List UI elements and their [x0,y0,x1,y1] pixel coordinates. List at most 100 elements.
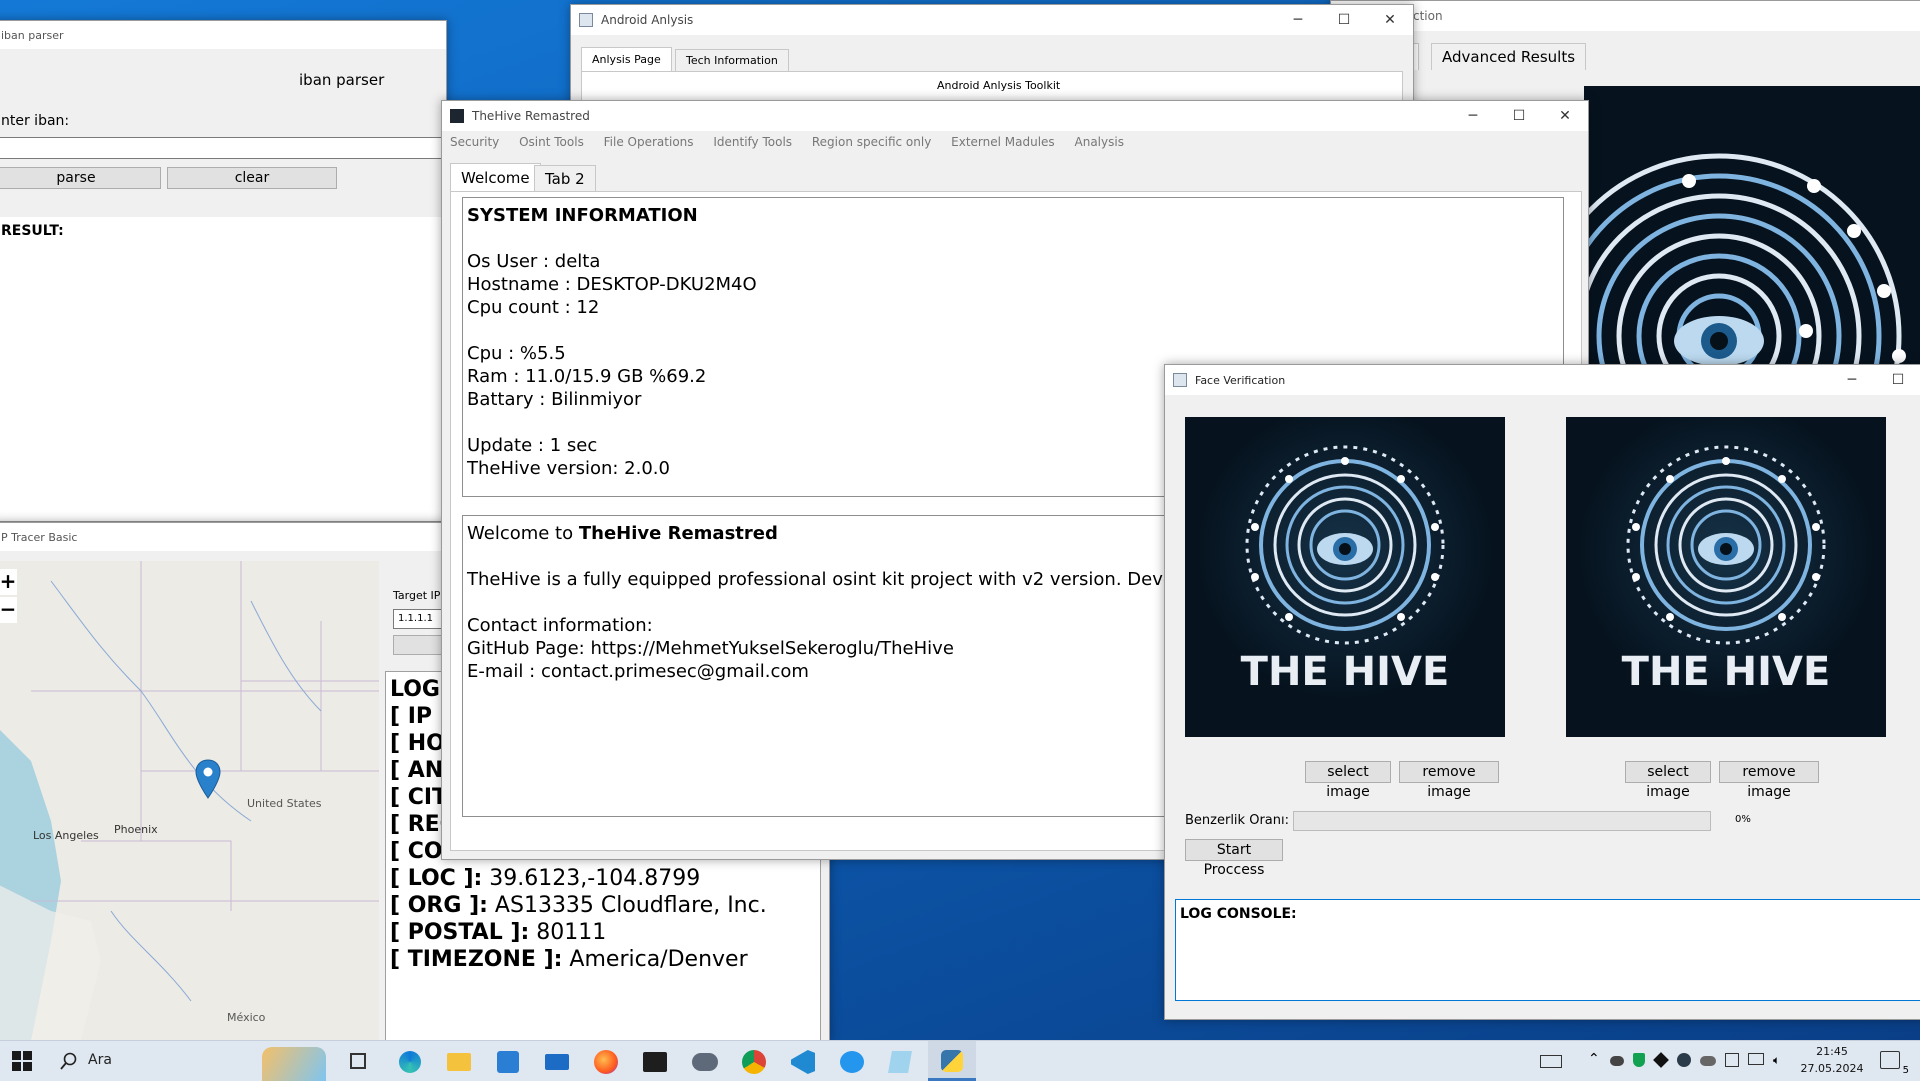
hive-logo-image: THE HIVE [1241,445,1449,695]
menu-file-operations[interactable]: File Operations [604,135,694,149]
similarity-percent: 0% [1735,814,1751,825]
clear-button[interactable]: clear [167,167,337,189]
network-icon[interactable] [1725,1053,1739,1067]
parse-button[interactable]: parse [0,167,161,189]
iban-input[interactable] [0,137,443,159]
app-tray-icon[interactable] [1677,1053,1691,1067]
taskbar: Ara ⌃ 🔈︎ 21:45 27.05.2024 5 [0,1040,1920,1081]
chevron-up-icon[interactable]: ⌃ [1588,1051,1600,1067]
log-console-label: LOG CONSOLE: [1180,906,1297,922]
app-icon [579,13,593,27]
menu-osint-tools[interactable]: Osint Tools [519,135,584,149]
start-process-button[interactable]: Start Proccess [1185,839,1283,878]
minimize-icon[interactable]: ─ [1829,372,1875,388]
log-key: LOG [390,677,440,702]
chrome-icon[interactable] [742,1050,766,1074]
task-view-icon[interactable] [350,1053,366,1069]
tab-welcome[interactable]: Welcome [450,163,541,192]
tab-anlysis-page[interactable]: Anlysis Page [581,47,672,72]
shield-icon[interactable] [1633,1053,1645,1067]
menu-region-specific[interactable]: Region specific only [812,135,931,149]
app-icon-cloud[interactable] [692,1053,718,1071]
maximize-icon[interactable]: ☐ [1496,108,1542,124]
menu-security[interactable]: Security [450,135,499,149]
close-icon[interactable]: ✕ [1542,108,1588,124]
display-icon[interactable] [1748,1053,1764,1065]
clock-date: 27.05.2024 [1800,1062,1864,1075]
notification-count: 5 [1902,1065,1909,1076]
image-slot-left: THE HIVE [1185,417,1505,737]
image-slot-right: THE HIVE [1566,417,1886,737]
trace-button[interactable] [393,635,445,655]
maximize-icon[interactable]: ☐ [1875,372,1920,388]
android-analysis-titlebar: Android Anlysis ─ ☐ ✕ [571,5,1413,35]
advanced-results-titlebar: ction [1331,1,1920,31]
welcome-prefix: Welcome to [467,523,579,544]
clock[interactable]: 21:45 27.05.2024 [1800,1043,1864,1079]
zoom-out-button[interactable]: − [0,597,17,623]
welcome-app-name: TheHive Remastred [578,523,778,544]
select-image-left-button[interactable]: select image [1305,761,1391,800]
windows-start-icon[interactable] [12,1051,32,1071]
select-image-right-button[interactable]: select image [1625,761,1711,800]
onedrive-icon[interactable] [1700,1056,1716,1066]
volume-icon[interactable]: 🔈︎ [1773,1053,1780,1069]
notepad-icon[interactable] [888,1051,912,1073]
iban-heading: iban parser [299,71,385,89]
notification-icon[interactable]: 5 [1880,1051,1909,1076]
map-label-united-states: United States [247,797,322,810]
log-value: 39.6123,-104.8799 [482,866,701,891]
zoom-in-button[interactable]: + [0,569,17,595]
clock-time: 21:45 [1816,1045,1848,1058]
app-icon [1173,373,1187,387]
tab-2[interactable]: Tab 2 [534,165,596,192]
map-label-mexico: México [227,1011,266,1024]
android-heading: Android Anlysis Toolkit [937,79,1061,92]
log-line: [ LOC ]: 39.6123,-104.8799 [390,865,820,892]
docker-icon[interactable] [840,1051,864,1073]
edge-icon[interactable] [399,1051,421,1073]
tab-tech-information[interactable]: Tech Information [675,49,789,72]
remove-image-right-button[interactable]: remove image [1719,761,1819,800]
store-icon[interactable] [497,1051,519,1073]
android-analysis-window: Android Anlysis ─ ☐ ✕ Anlysis Page Tech … [570,4,1414,107]
mail-icon[interactable] [545,1054,569,1070]
iban-parser-window: iban parser iban parser nter iban: parse… [0,20,447,522]
remove-image-left-button[interactable]: remove image [1399,761,1499,800]
log-line: [ ORG ]: AS13335 Cloudflare, Inc. [390,892,820,919]
log-line: [ POSTAL ]: 80111 [390,919,820,946]
log-console[interactable]: LOG CONSOLE: [1175,899,1920,1001]
minimize-icon[interactable]: ─ [1275,12,1321,28]
menu-identify-tools[interactable]: Identify Tools [713,135,792,149]
close-icon[interactable]: ✕ [1367,12,1413,28]
log-value: AS13335 Cloudflare, Inc. [487,893,767,918]
firefox-icon[interactable] [594,1050,618,1074]
file-explorer-icon[interactable] [447,1053,471,1071]
map-view[interactable]: + − United States Los Angeles Phoenix Mé… [0,561,379,1041]
python-app-active[interactable] [928,1041,976,1081]
location-marker-icon[interactable] [195,759,221,799]
hive-logo-background [1584,86,1920,366]
log-line: [ TIMEZONE ]: America/Denver [390,946,820,973]
target-ip-label: Target IP: [393,589,445,602]
search-placeholder: Ara [88,1052,112,1068]
defender-icon[interactable] [1653,1052,1669,1068]
menu-analysis[interactable]: Analysis [1075,135,1124,149]
minimize-icon[interactable]: ─ [1450,108,1496,124]
terminal-icon[interactable] [643,1052,667,1072]
taskbar-search-box[interactable]: Ara [48,1041,268,1081]
menu-externel-madules[interactable]: Externel Madules [951,135,1055,149]
map-canvas [0,561,379,1041]
keyboard-icon[interactable] [1540,1055,1562,1068]
python-icon [941,1050,963,1072]
search-highlight-icon [262,1047,326,1081]
cloud-icon[interactable] [1610,1056,1624,1066]
search-icon [60,1052,77,1070]
vscode-icon[interactable] [791,1050,815,1074]
tab-advanced-results[interactable]: Advanced Results [1431,43,1587,70]
window-title: iban parser [1,29,64,42]
window-title: Face Verification [1195,373,1286,387]
result-panel [0,217,441,521]
map-label-phoenix: Phoenix [114,823,158,836]
maximize-icon[interactable]: ☐ [1321,12,1367,28]
